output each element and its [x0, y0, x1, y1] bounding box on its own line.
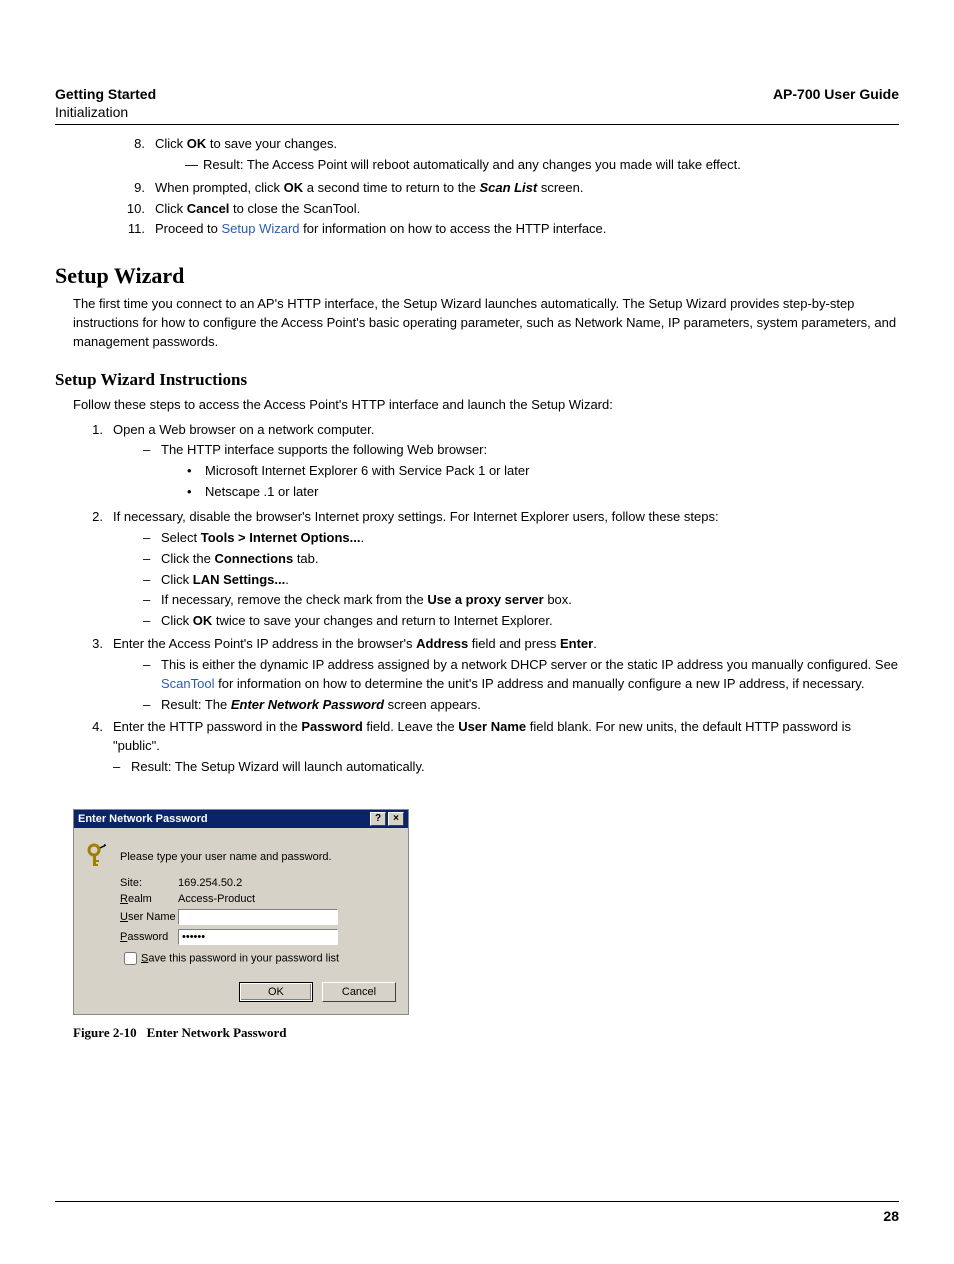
step-2d: –If necessary, remove the check mark fro… [143, 591, 899, 610]
password-label: Password [120, 931, 178, 943]
setup-wizard-link[interactable]: Setup Wizard [222, 221, 300, 236]
step-text: Enter the Access Point's IP address in t… [113, 635, 899, 716]
step-number: 11. [115, 220, 155, 239]
step-number: 8. [115, 135, 155, 177]
dialog-titlebar: Enter Network Password ? × [74, 810, 408, 828]
username-label: User Name [120, 911, 178, 923]
close-icon[interactable]: × [388, 812, 404, 826]
step-number: 2. [73, 508, 113, 633]
header-doc-title: AP-700 User Guide [773, 86, 899, 102]
save-password-checkbox[interactable] [124, 952, 137, 965]
dialog-prompt: Please type your user name and password. [120, 851, 332, 863]
figure-caption: Figure 2-10 Enter Network Password [73, 1025, 899, 1041]
step-9: 9. When prompted, click OK a second time… [115, 179, 899, 198]
dialog-button-row: OK Cancel [86, 982, 396, 1002]
step-text: Open a Web browser on a network computer… [113, 421, 899, 506]
page: Getting Started Initialization AP-700 Us… [0, 0, 954, 1264]
site-value: 169.254.50.2 [178, 877, 396, 889]
step-text: If necessary, disable the browser's Inte… [113, 508, 899, 633]
step-11: 11. Proceed to Setup Wizard for informat… [115, 220, 899, 239]
figure-dialog-wrap: Enter Network Password ? × [73, 809, 899, 1015]
browser-bullet-1: • Microsoft Internet Explorer 6 with Ser… [187, 462, 529, 481]
step-2: 2. If necessary, disable the browser's I… [73, 508, 899, 633]
step-text: Enter the HTTP password in the Password … [113, 718, 899, 779]
continued-step-list: 8. Click OK to save your changes. — Resu… [115, 135, 899, 239]
step-2e: –Click OK twice to save your changes and… [143, 612, 899, 631]
step-text: Click Cancel to close the ScanTool. [155, 200, 899, 219]
step-number: 10. [115, 200, 155, 219]
step-text: When prompted, click OK a second time to… [155, 179, 899, 198]
heading-instructions: Setup Wizard Instructions [55, 370, 899, 390]
realm-value: Access-Product [178, 893, 396, 905]
instructions-intro: Follow these steps to access the Access … [73, 396, 899, 415]
instruction-list: 1. Open a Web browser on a network compu… [73, 421, 899, 779]
username-input[interactable] [178, 909, 338, 925]
dialog-prompt-row: Please type your user name and password. [86, 842, 396, 873]
step-4: 4. Enter the HTTP password in the Passwo… [73, 718, 899, 779]
step-2b: –Click the Connections tab. [143, 550, 899, 569]
heading-setup-wizard: Setup Wizard [55, 263, 899, 289]
dialog-title: Enter Network Password [78, 813, 368, 825]
step-1: 1. Open a Web browser on a network compu… [73, 421, 899, 506]
save-row: Save this password in your password list [86, 949, 396, 968]
figure-title: Enter Network Password [147, 1025, 287, 1040]
username-row: User Name [86, 909, 396, 925]
step-8: 8. Click OK to save your changes. — Resu… [115, 135, 899, 177]
site-row: Site: 169.254.50.2 [86, 877, 396, 889]
realm-row: Realm Access-Product [86, 893, 396, 905]
step-3b: –Result: The Enter Network Password scre… [143, 696, 899, 715]
step-text: Click OK to save your changes. — Result:… [155, 135, 899, 177]
browser-bullet-2: • Netscape .1 or later [187, 483, 529, 502]
step-8-result: — Result: The Access Point will reboot a… [185, 156, 899, 175]
page-header: Getting Started Initialization AP-700 Us… [55, 86, 899, 120]
step-number: 9. [115, 179, 155, 198]
password-row: Password [86, 929, 396, 945]
step-1-sub: – The HTTP interface supports the follow… [143, 441, 899, 504]
cancel-button[interactable]: Cancel [322, 982, 396, 1002]
step-number: 4. [73, 718, 113, 779]
figure-number: Figure 2-10 [73, 1025, 137, 1040]
ok-button[interactable]: OK [239, 982, 313, 1002]
scantool-link[interactable]: ScanTool [161, 676, 214, 691]
step-number: 3. [73, 635, 113, 716]
step-3: 3. Enter the Access Point's IP address i… [73, 635, 899, 716]
intro-paragraph: The first time you connect to an AP's HT… [73, 295, 899, 352]
key-icon [86, 842, 120, 873]
header-rule [55, 124, 899, 125]
step-3a: –This is either the dynamic IP address a… [143, 656, 899, 694]
step-10: 10. Click Cancel to close the ScanTool. [115, 200, 899, 219]
step-2a: –Select Tools > Internet Options.... [143, 529, 899, 548]
header-section-title: Getting Started [55, 86, 156, 102]
save-password-label: ave this password in your password list [148, 952, 339, 964]
help-icon[interactable]: ? [370, 812, 386, 826]
page-number: 28 [55, 1208, 899, 1224]
dialog-body: Please type your user name and password.… [74, 828, 408, 1014]
step-2c: –Click LAN Settings.... [143, 571, 899, 590]
realm-label: Realm [120, 893, 178, 905]
enter-password-dialog: Enter Network Password ? × [73, 809, 409, 1015]
header-subsection: Initialization [55, 104, 156, 120]
header-left: Getting Started Initialization [55, 86, 156, 120]
step-number: 1. [73, 421, 113, 506]
site-label: Site: [120, 877, 178, 889]
footer-rule [55, 1201, 899, 1202]
step-text: Proceed to Setup Wizard for information … [155, 220, 899, 239]
step-4a: –Result: The Setup Wizard will launch au… [113, 758, 899, 777]
password-input[interactable] [178, 929, 338, 945]
